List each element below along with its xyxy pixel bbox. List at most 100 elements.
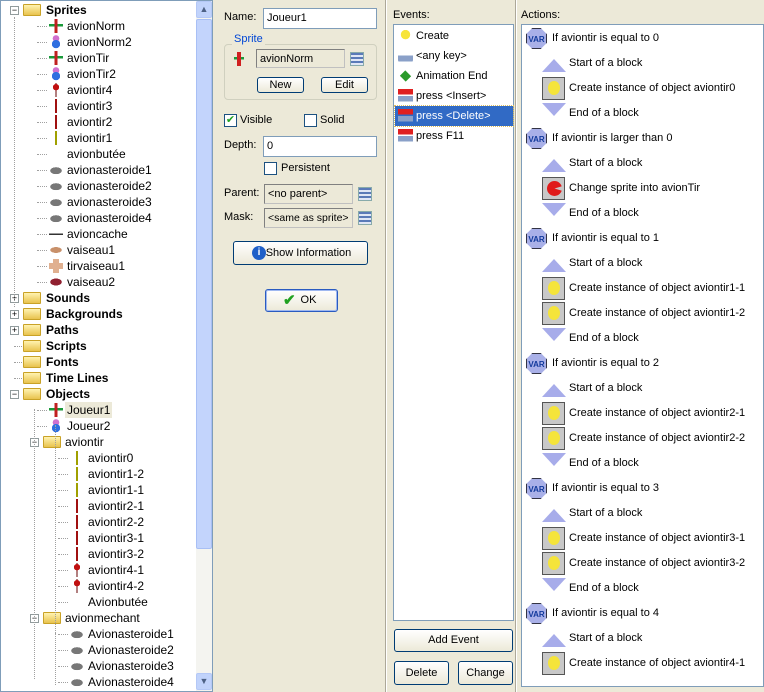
- mask-menu-icon[interactable]: [358, 211, 372, 225]
- tree-item-sounds[interactable]: + Sounds: [1, 290, 196, 306]
- add-event-button[interactable]: Add Event: [394, 629, 513, 652]
- action-item[interactable]: VAR If aviontir is equal to 0: [522, 26, 762, 51]
- tree-item-aviontir3-2[interactable]: aviontir3-2: [1, 546, 196, 562]
- depth-input[interactable]: 0: [263, 136, 377, 157]
- action-item[interactable]: Start of a block: [522, 51, 762, 76]
- tree-item-fonts[interactable]: Fonts: [1, 354, 196, 370]
- action-item[interactable]: Start of a block: [522, 376, 762, 401]
- tree-item-aviontir1-2[interactable]: aviontir1-2: [1, 466, 196, 482]
- action-item[interactable]: End of a block: [522, 451, 762, 476]
- tree-item-aviontir3-1[interactable]: aviontir3-1: [1, 530, 196, 546]
- action-item[interactable]: Create instance of object aviontir2-1: [522, 401, 762, 426]
- tree-item-avionnorm2[interactable]: avionNorm2: [1, 34, 196, 50]
- tree-item-backgrounds[interactable]: + Backgrounds: [1, 306, 196, 322]
- tree-item-aviontir[interactable]: − aviontir: [1, 434, 196, 450]
- tree-item-time-lines[interactable]: Time Lines: [1, 370, 196, 386]
- tree-item-avionasteroide2[interactable]: Avionasteroide2: [1, 642, 196, 658]
- tree-scrollbar[interactable]: ▲ ▼: [196, 1, 212, 691]
- tree-item-avionbut-e[interactable]: Avionbutée: [1, 594, 196, 610]
- action-item[interactable]: Create instance of object aviontir2-2: [522, 426, 762, 451]
- tree-item-avionasteroide3[interactable]: Avionasteroide3: [1, 658, 196, 674]
- tree-item-avionasteroide1[interactable]: avionasteroide1: [1, 162, 196, 178]
- event-item[interactable]: press F11: [395, 126, 513, 146]
- tree-item-aviontir4-1[interactable]: aviontir4-1: [1, 562, 196, 578]
- resource-tree[interactable]: − Sprites avionNorm avionNorm2 avionTir avion…: [0, 0, 213, 692]
- tree-item-aviontir2[interactable]: aviontir2: [1, 114, 196, 130]
- tree-item-paths[interactable]: + Paths: [1, 322, 196, 338]
- action-item[interactable]: VAR If aviontir is equal to 1: [522, 226, 762, 251]
- expand-icon[interactable]: +: [10, 310, 19, 319]
- action-item[interactable]: End of a block: [522, 326, 762, 351]
- event-item[interactable]: Create: [395, 26, 513, 46]
- action-item[interactable]: End of a block: [522, 201, 762, 226]
- scroll-thumb[interactable]: [196, 19, 212, 549]
- action-item[interactable]: VAR If aviontir is equal to 4: [522, 601, 762, 626]
- actions-list[interactable]: VAR If aviontir is equal to 0 Start of a b…: [521, 24, 764, 687]
- tree-item-objects[interactable]: − Objects: [1, 386, 196, 402]
- tree-item-aviontir2-2[interactable]: aviontir2-2: [1, 514, 196, 530]
- action-item[interactable]: Create instance of object aviontir3-2: [522, 551, 762, 576]
- tree-item-avionasteroide4[interactable]: avionasteroide4: [1, 210, 196, 226]
- visible-checkbox[interactable]: ✔: [224, 114, 237, 127]
- tree-item-aviontir2[interactable]: avionTir2: [1, 66, 196, 82]
- action-item[interactable]: Create instance of object aviontir3-1: [522, 526, 762, 551]
- tree-item-avionmechant[interactable]: − avionmechant: [1, 610, 196, 626]
- tree-item-sprites[interactable]: − Sprites: [1, 2, 196, 18]
- action-item[interactable]: Start of a block: [522, 151, 762, 176]
- tree-item-aviontir3[interactable]: aviontir3: [1, 98, 196, 114]
- events-list[interactable]: Create <any key> Animation End press <Inser…: [393, 24, 514, 621]
- action-item[interactable]: Create instance of object aviontir0: [522, 76, 762, 101]
- event-item[interactable]: press <Delete>: [394, 105, 514, 127]
- action-item[interactable]: Start of a block: [522, 501, 762, 526]
- show-information-button[interactable]: i Show Information: [233, 241, 368, 265]
- tree-item-avionasteroide3[interactable]: avionasteroide3: [1, 194, 196, 210]
- event-item[interactable]: Animation End: [395, 66, 513, 86]
- new-sprite-button[interactable]: New: [257, 77, 304, 93]
- tree-item-aviontir2-1[interactable]: aviontir2-1: [1, 498, 196, 514]
- sprite-menu-icon[interactable]: [350, 52, 364, 66]
- tree-item-avionnorm[interactable]: avionNorm: [1, 18, 196, 34]
- tree-item-avioncache[interactable]: avioncache: [1, 226, 196, 242]
- tree-item-aviontir4-2[interactable]: aviontir4-2: [1, 578, 196, 594]
- scroll-up-button[interactable]: ▲: [196, 1, 212, 18]
- persistent-checkbox[interactable]: [264, 162, 277, 175]
- parent-menu-icon[interactable]: [358, 187, 372, 201]
- tree-item-vaiseau1[interactable]: vaiseau1: [1, 242, 196, 258]
- tree-item-avionasteroide1[interactable]: Avionasteroide1: [1, 626, 196, 642]
- scroll-down-button[interactable]: ▼: [196, 673, 212, 690]
- delete-event-button[interactable]: Delete: [394, 661, 449, 685]
- event-item[interactable]: <any key>: [395, 46, 513, 66]
- action-item[interactable]: Start of a block: [522, 251, 762, 276]
- solid-checkbox[interactable]: [304, 114, 317, 127]
- ok-button[interactable]: ✔ OK: [265, 289, 338, 312]
- name-input[interactable]: Joueur1: [263, 8, 377, 29]
- action-item[interactable]: Start of a block: [522, 626, 762, 651]
- edit-sprite-button[interactable]: Edit: [321, 77, 368, 93]
- tree-item-avionasteroide4[interactable]: Avionasteroide4: [1, 674, 196, 690]
- tree-item-avionbut-e[interactable]: avionbutée: [1, 146, 196, 162]
- action-item[interactable]: Create instance of object aviontir4-1: [522, 651, 762, 676]
- action-item[interactable]: VAR If aviontir is larger than 0: [522, 126, 762, 151]
- collapse-icon[interactable]: −: [10, 390, 19, 399]
- tree-item-aviontir1-1[interactable]: aviontir1-1: [1, 482, 196, 498]
- action-item[interactable]: End of a block: [522, 101, 762, 126]
- tree-item-aviontir4[interactable]: aviontir4: [1, 82, 196, 98]
- action-item[interactable]: VAR If aviontir is equal to 3: [522, 476, 762, 501]
- expand-icon[interactable]: +: [10, 326, 19, 335]
- tree-item-vaiseau2[interactable]: vaiseau2: [1, 274, 196, 290]
- tree-item-scripts[interactable]: Scripts: [1, 338, 196, 354]
- action-item[interactable]: End of a block: [522, 576, 762, 601]
- tree-item-joueur1[interactable]: Joueur1: [1, 402, 196, 418]
- action-item[interactable]: Create instance of object aviontir1-1: [522, 276, 762, 301]
- tree-item-tirvaiseau1[interactable]: tirvaiseau1: [1, 258, 196, 274]
- action-item[interactable]: Change sprite into avionTir: [522, 176, 762, 201]
- tree-item-aviontir1[interactable]: aviontir1: [1, 130, 196, 146]
- collapse-icon[interactable]: −: [10, 6, 19, 15]
- change-event-button[interactable]: Change: [458, 661, 513, 685]
- tree-item-joueur2[interactable]: Joueur2: [1, 418, 196, 434]
- tree-item-aviontir[interactable]: avionTir: [1, 50, 196, 66]
- event-item[interactable]: press <Insert>: [395, 86, 513, 106]
- action-item[interactable]: Create instance of object aviontir1-2: [522, 301, 762, 326]
- tree-item-avionasteroide2[interactable]: avionasteroide2: [1, 178, 196, 194]
- action-item[interactable]: VAR If aviontir is equal to 2: [522, 351, 762, 376]
